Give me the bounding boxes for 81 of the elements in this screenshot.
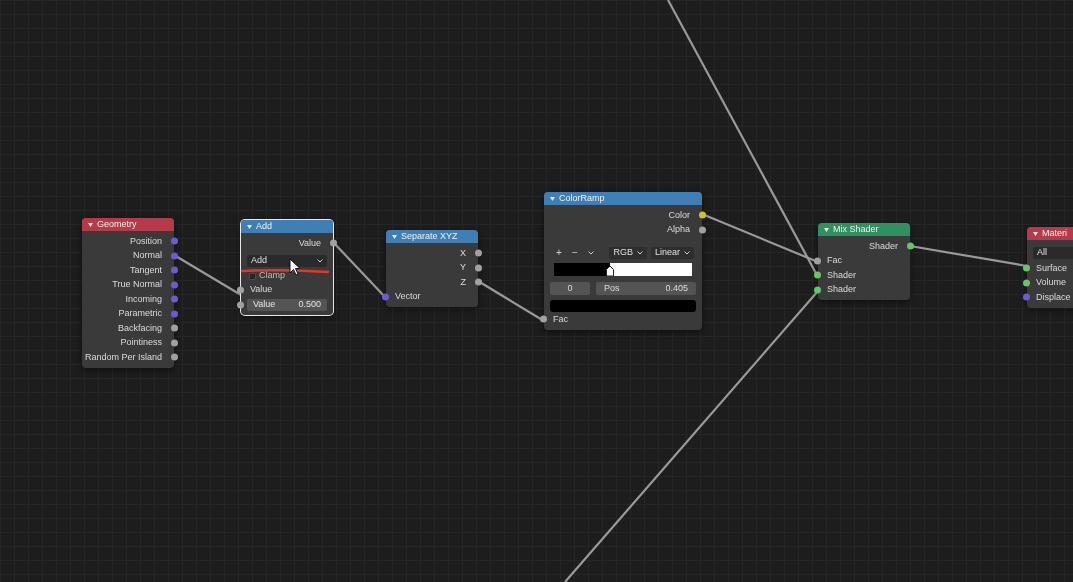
socket[interactable] — [171, 353, 178, 361]
socket[interactable] — [171, 324, 178, 332]
chevron-down-icon — [317, 258, 323, 263]
socket-label: Alpha — [666, 223, 690, 236]
socket-label: Fac — [827, 254, 842, 267]
color-swatch[interactable] — [550, 300, 696, 312]
socket-label: Shader — [827, 268, 857, 282]
socket[interactable] — [814, 271, 821, 279]
socket-label: Value — [250, 283, 273, 296]
collapse-icon[interactable] — [392, 234, 397, 239]
socket-label: Normal — [133, 249, 162, 262]
color-ramp[interactable] — [554, 263, 692, 276]
ramp-button[interactable]: + — [552, 248, 566, 258]
socket-label: Volume — [1036, 276, 1067, 289]
dropdown[interactable]: All — [1033, 247, 1073, 259]
socket[interactable] — [475, 278, 482, 286]
node-title: Materi — [1042, 226, 1067, 240]
chevron-down-icon — [684, 251, 690, 255]
stop-index-field[interactable]: 0 — [550, 282, 590, 295]
node-title: ColorRamp — [559, 191, 605, 205]
collapse-icon[interactable] — [824, 227, 829, 232]
socket[interactable] — [330, 239, 337, 247]
socket-label: Surface — [1036, 261, 1068, 275]
socket-label: Tangent — [129, 263, 162, 277]
socket-label: Position — [129, 234, 162, 248]
ramp-button[interactable]: − — [568, 248, 582, 258]
node-title: Add — [256, 219, 272, 233]
socket-label: Shader — [868, 239, 898, 253]
node-header[interactable]: Add — [241, 220, 333, 233]
socket-label: Value — [298, 236, 321, 250]
checkbox-label: Clamp — [259, 269, 285, 283]
socket[interactable] — [699, 226, 706, 234]
socket[interactable] — [475, 249, 482, 257]
collapse-icon[interactable] — [550, 196, 555, 201]
dropdown[interactable]: Linear — [650, 247, 694, 259]
socket-label: Displace — [1036, 290, 1071, 304]
chevron-down-icon — [636, 251, 643, 255]
socket[interactable] — [475, 264, 482, 272]
checkbox[interactable] — [249, 272, 256, 280]
node-header[interactable]: Mix Shader — [818, 223, 910, 236]
socket-label: Vector — [395, 290, 421, 303]
node-header[interactable]: ColorRamp — [544, 192, 702, 205]
socket-label: Pointiness — [120, 336, 162, 349]
node-header[interactable]: Separate XYZ — [386, 230, 478, 243]
color-stop-icon[interactable] — [605, 266, 615, 276]
value-field[interactable]: Value 0.500 — [247, 298, 327, 311]
socket[interactable] — [237, 286, 244, 294]
socket-label: Color — [668, 208, 690, 222]
socket-label: Random Per Island — [84, 350, 162, 364]
dropdown[interactable]: RGB — [609, 247, 647, 259]
chevron-down-icon — [588, 251, 594, 255]
socket[interactable] — [1023, 264, 1030, 272]
socket-label: Parametric — [118, 307, 162, 320]
socket-label: Y — [460, 261, 466, 274]
node-header[interactable]: Geometry — [82, 218, 174, 231]
socket-label: Fac — [553, 312, 568, 326]
dropdown[interactable]: Add — [247, 254, 327, 267]
socket[interactable] — [814, 286, 821, 294]
node-title: Mix Shader — [833, 222, 879, 236]
node-title: Geometry — [97, 217, 137, 231]
socket-label: True Normal — [112, 278, 162, 291]
position-field[interactable]: Pos 0.405 — [596, 282, 696, 295]
socket[interactable] — [540, 315, 547, 323]
mouse-cursor-icon — [289, 258, 301, 276]
node-title: Separate XYZ — [401, 229, 458, 243]
socket[interactable] — [907, 242, 914, 250]
socket[interactable] — [699, 211, 706, 219]
node-header[interactable]: Materi — [1027, 227, 1073, 240]
collapse-icon[interactable] — [247, 224, 252, 229]
socket-label: Incoming — [125, 292, 162, 306]
socket[interactable] — [171, 339, 178, 347]
socket[interactable] — [814, 257, 821, 265]
socket-label: Shader — [827, 283, 857, 296]
socket[interactable] — [382, 293, 389, 301]
collapse-icon[interactable] — [88, 222, 93, 227]
socket-label: Z — [460, 275, 466, 289]
socket-label: X — [460, 246, 466, 260]
socket[interactable] — [237, 301, 244, 308]
socket-label: Backfacing — [117, 321, 162, 335]
socket[interactable] — [1023, 279, 1030, 287]
collapse-icon[interactable] — [1033, 231, 1038, 236]
